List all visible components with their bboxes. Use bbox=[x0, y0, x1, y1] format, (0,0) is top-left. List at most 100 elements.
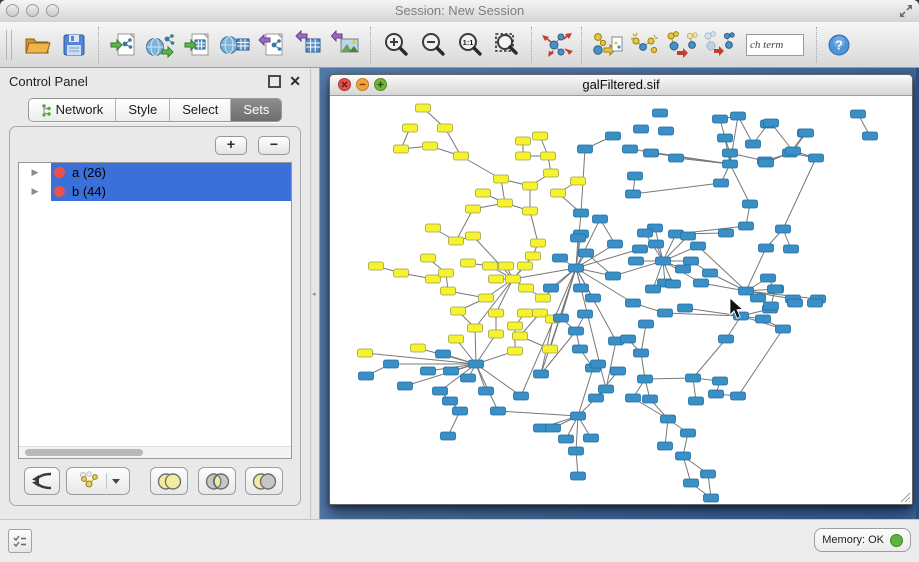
network-node[interactable] bbox=[676, 265, 691, 273]
network-node[interactable] bbox=[461, 374, 476, 382]
expand-arrow-icon[interactable]: ▶ bbox=[32, 167, 39, 178]
network-node[interactable] bbox=[571, 234, 586, 242]
network-node[interactable] bbox=[518, 309, 533, 317]
open-file-button[interactable] bbox=[18, 25, 55, 65]
network-node[interactable] bbox=[628, 172, 643, 180]
network-node[interactable] bbox=[739, 287, 754, 295]
network-node[interactable] bbox=[863, 132, 878, 140]
union-sets-button[interactable] bbox=[150, 467, 188, 495]
network-node[interactable] bbox=[533, 132, 548, 140]
network-node[interactable] bbox=[546, 424, 561, 432]
network-node[interactable] bbox=[764, 119, 779, 127]
network-node[interactable] bbox=[394, 145, 409, 153]
network-node[interactable] bbox=[639, 320, 654, 328]
import-network-web-button[interactable] bbox=[142, 25, 179, 65]
network-node[interactable] bbox=[578, 310, 593, 318]
network-node[interactable] bbox=[489, 309, 504, 317]
network-node[interactable] bbox=[586, 294, 601, 302]
network-node[interactable] bbox=[578, 145, 593, 153]
tab-select[interactable]: Select bbox=[170, 99, 231, 121]
network-node[interactable] bbox=[514, 392, 529, 400]
frame-minimize-icon[interactable] bbox=[356, 78, 369, 91]
network-node[interactable] bbox=[394, 269, 409, 277]
network-node[interactable] bbox=[591, 360, 606, 368]
network-node[interactable] bbox=[536, 294, 551, 302]
network-node[interactable] bbox=[531, 239, 546, 247]
select-nodes-button[interactable] bbox=[625, 25, 662, 65]
zoom-fit-selected-button[interactable] bbox=[488, 25, 525, 65]
network-node[interactable] bbox=[551, 189, 566, 197]
network-node[interactable] bbox=[403, 124, 418, 132]
help-button[interactable]: ? bbox=[823, 25, 855, 65]
hide-unselected-button[interactable] bbox=[699, 25, 736, 65]
network-node[interactable] bbox=[623, 145, 638, 153]
network-node[interactable] bbox=[606, 132, 621, 140]
horizontal-scrollbar[interactable] bbox=[19, 446, 291, 458]
export-network-button[interactable] bbox=[253, 25, 290, 65]
network-node[interactable] bbox=[743, 200, 758, 208]
network-node[interactable] bbox=[544, 169, 559, 177]
tab-style[interactable]: Style bbox=[116, 99, 170, 121]
network-node[interactable] bbox=[644, 149, 659, 157]
network-node[interactable] bbox=[768, 285, 783, 293]
network-node[interactable] bbox=[516, 152, 531, 160]
network-node[interactable] bbox=[526, 252, 541, 260]
network-node[interactable] bbox=[661, 415, 676, 423]
window-titlebar[interactable]: Session: New Session bbox=[0, 0, 919, 23]
network-node[interactable] bbox=[494, 175, 509, 183]
network-node[interactable] bbox=[676, 452, 691, 460]
network-node[interactable] bbox=[359, 372, 374, 380]
network-node[interactable] bbox=[666, 280, 681, 288]
network-node[interactable] bbox=[629, 257, 644, 265]
network-node[interactable] bbox=[719, 335, 734, 343]
export-image-button[interactable] bbox=[327, 25, 364, 65]
network-node[interactable] bbox=[573, 345, 588, 353]
expand-arrow-icon[interactable]: ▶ bbox=[32, 186, 39, 197]
network-node[interactable] bbox=[678, 304, 693, 312]
network-node[interactable] bbox=[761, 274, 776, 282]
network-node[interactable] bbox=[809, 154, 824, 162]
network-node[interactable] bbox=[714, 179, 729, 187]
save-session-button[interactable] bbox=[55, 25, 92, 65]
network-node[interactable] bbox=[421, 367, 436, 375]
apply-layout-button[interactable] bbox=[538, 25, 575, 65]
network-node[interactable] bbox=[759, 159, 774, 167]
network-node[interactable] bbox=[461, 259, 476, 267]
scrollbar-thumb[interactable] bbox=[25, 449, 143, 456]
network-node[interactable] bbox=[441, 432, 456, 440]
network-node[interactable] bbox=[513, 332, 528, 340]
network-node[interactable] bbox=[686, 374, 701, 382]
network-node[interactable] bbox=[659, 127, 674, 135]
network-node[interactable] bbox=[669, 154, 684, 162]
network-node[interactable] bbox=[653, 109, 668, 117]
network-node[interactable] bbox=[466, 232, 481, 240]
network-node[interactable] bbox=[554, 314, 569, 322]
network-node[interactable] bbox=[518, 262, 533, 270]
network-node[interactable] bbox=[634, 349, 649, 357]
network-node[interactable] bbox=[608, 240, 623, 248]
network-node[interactable] bbox=[584, 434, 599, 442]
network-node[interactable] bbox=[449, 335, 464, 343]
import-table-file-button[interactable] bbox=[179, 25, 216, 65]
network-node[interactable] bbox=[638, 229, 653, 237]
network-node[interactable] bbox=[723, 149, 738, 157]
network-node[interactable] bbox=[559, 435, 574, 443]
network-node[interactable] bbox=[541, 152, 556, 160]
network-node[interactable] bbox=[534, 370, 549, 378]
network-canvas[interactable] bbox=[330, 96, 912, 504]
network-node[interactable] bbox=[516, 137, 531, 145]
zoom-out-button[interactable] bbox=[414, 25, 451, 65]
network-node[interactable] bbox=[544, 284, 559, 292]
network-node[interactable] bbox=[633, 245, 648, 253]
tab-network[interactable]: Network bbox=[29, 99, 117, 121]
panel-splitter[interactable]: ◂ bbox=[310, 68, 320, 520]
network-node[interactable] bbox=[851, 110, 866, 118]
network-node[interactable] bbox=[799, 129, 814, 137]
network-node[interactable] bbox=[634, 125, 649, 133]
network-node[interactable] bbox=[691, 242, 706, 250]
network-node[interactable] bbox=[621, 335, 636, 343]
create-set-split-button[interactable] bbox=[66, 467, 130, 495]
network-node[interactable] bbox=[713, 115, 728, 123]
network-node[interactable] bbox=[508, 347, 523, 355]
splitter-collapse-handle[interactable]: ◂ bbox=[312, 290, 316, 298]
